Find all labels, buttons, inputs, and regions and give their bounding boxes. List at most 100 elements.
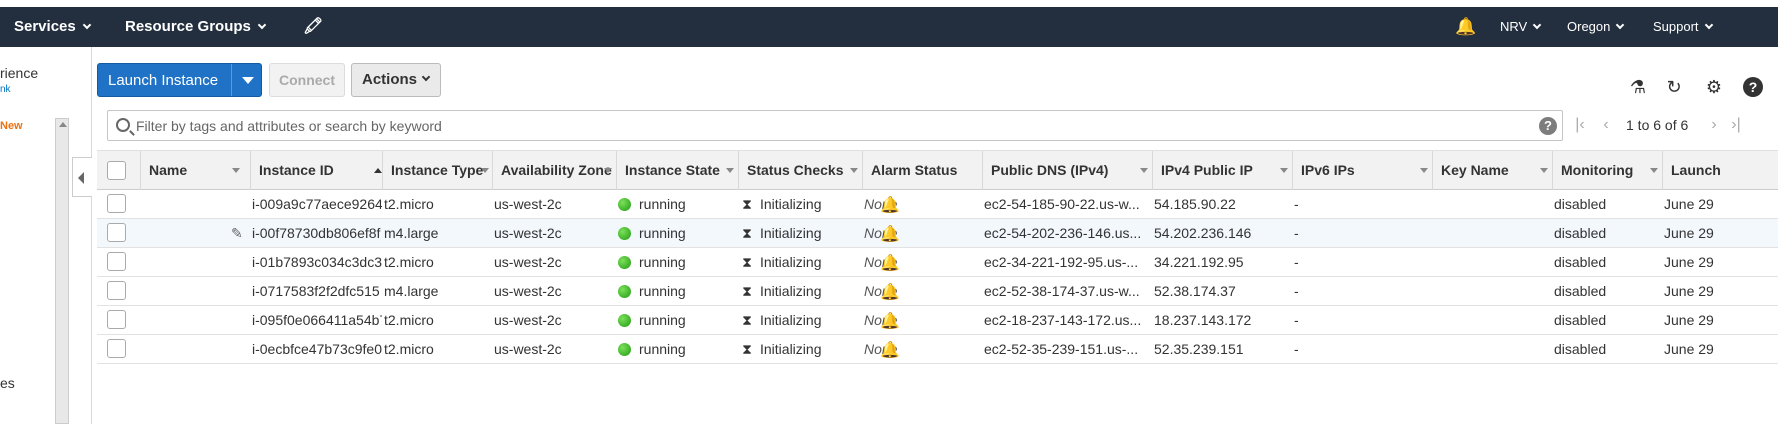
cell-checks: ⧗ Initializing (740, 248, 860, 276)
hourglass-icon: ⧗ (742, 254, 752, 270)
nav-text-experience: rience (0, 65, 39, 81)
cell-text: Initializing (760, 283, 822, 299)
row-checkbox[interactable] (107, 252, 126, 271)
cell-monitoring: disabled (1554, 219, 1659, 247)
select-all-checkbox[interactable] (107, 161, 126, 180)
cell-ipv6: - (1294, 219, 1429, 247)
bell-icon[interactable]: 🔔 (1455, 7, 1476, 47)
cell-id: i-009a9c77aece9264e (252, 190, 382, 218)
column-header[interactable]: Instance State (616, 151, 738, 190)
sort-icon (726, 168, 734, 173)
pin-icon[interactable]: 🖍 (303, 7, 323, 47)
cell-text: 54.185.90.22 (1154, 196, 1236, 212)
cell-monitoring: disabled (1554, 306, 1659, 334)
row-checkbox[interactable] (107, 339, 126, 358)
add-alarm-icon[interactable]: 🔔 (880, 195, 900, 215)
actions-button[interactable]: Actions (351, 63, 441, 97)
cell-text: 52.35.239.151 (1154, 341, 1244, 357)
gear-icon[interactable]: ⚙ (1703, 76, 1725, 98)
cell-text: Initializing (760, 196, 822, 212)
table-row[interactable]: i-095f0e066411a54b7 t2.micro us-west-2c run… (97, 306, 1778, 335)
table-row[interactable]: i-0717583f2f2dfc515 m4.large us-west-2c run… (97, 277, 1778, 306)
column-header[interactable]: Instance ID (250, 151, 382, 190)
column-label: Public DNS (IPv4) (991, 162, 1109, 178)
flask-icon[interactable]: ⚗ (1627, 76, 1649, 98)
collapse-nav-button[interactable] (72, 157, 92, 197)
filter-search-box[interactable]: ? (107, 110, 1563, 141)
cell-monitoring: disabled (1554, 335, 1659, 363)
add-alarm-icon[interactable]: 🔔 (880, 340, 900, 360)
column-header[interactable]: Availability Zone (492, 151, 616, 190)
refresh-icon[interactable]: ↻ (1663, 76, 1685, 98)
nav-text-partial[interactable]: es (0, 375, 15, 391)
cell-launch: June 29 (1664, 190, 1778, 218)
table-row[interactable]: i-01b7893c034c3dc3c t2.micro us-west-2c run… (97, 248, 1778, 277)
last-page-icon[interactable]: ›| (1729, 114, 1743, 136)
new-badge: New (0, 120, 23, 132)
sort-asc-icon (374, 168, 382, 173)
column-header[interactable]: Monitoring (1552, 151, 1662, 190)
cell-type: t2.micro (384, 306, 489, 334)
cell-launch: June 29 (1664, 306, 1778, 334)
prev-page-icon[interactable]: ‹ (1599, 114, 1613, 136)
table-row[interactable]: i-0ecbfce47b73c9fe0 t2.micro us-west-2c run… (97, 335, 1778, 364)
add-alarm-icon[interactable]: 🔔 (880, 311, 900, 331)
column-header[interactable]: Key Name (1432, 151, 1552, 190)
cell-state: running (618, 219, 736, 247)
cell-az: us-west-2c (494, 335, 614, 363)
column-header[interactable]: Public DNS (IPv4) (982, 151, 1152, 190)
cell-text: 52.38.174.37 (1154, 283, 1236, 299)
column-header[interactable]: Name (140, 151, 250, 190)
sort-icon (1540, 168, 1548, 173)
add-alarm-icon[interactable]: 🔔 (880, 282, 900, 302)
row-checkbox[interactable] (107, 194, 126, 213)
hourglass-icon: ⧗ (742, 225, 752, 241)
row-checkbox[interactable] (107, 310, 126, 329)
row-checkbox[interactable] (107, 281, 126, 300)
column-header[interactable]: Alarm Status (862, 151, 982, 190)
cell-key (1434, 190, 1549, 218)
help-icon[interactable]: ? (1539, 117, 1557, 135)
sort-icon (850, 168, 858, 173)
add-alarm-icon[interactable]: 🔔 (880, 253, 900, 273)
sort-icon (1140, 168, 1148, 173)
hourglass-icon: ⧗ (742, 312, 752, 328)
add-alarm-icon[interactable]: 🔔 (880, 224, 900, 244)
nav-link-partial[interactable]: nk (0, 84, 11, 95)
caret-down-icon[interactable] (242, 77, 254, 84)
nav-scrollbar[interactable] (55, 118, 69, 424)
cell-text: June 29 (1664, 341, 1714, 357)
cell-key (1434, 219, 1549, 247)
cell-text: running (639, 225, 686, 241)
search-input[interactable] (136, 116, 1516, 136)
help-icon[interactable]: ? (1743, 77, 1763, 97)
column-header[interactable]: IPv4 Public IP (1152, 151, 1292, 190)
cell-text: Initializing (760, 254, 822, 270)
column-header[interactable]: Status Checks (738, 151, 862, 190)
launch-instance-button[interactable]: Launch Instance (97, 63, 262, 97)
account-menu[interactable]: NRV (1500, 7, 1542, 47)
resource-groups-menu[interactable]: Resource Groups (125, 7, 267, 47)
cell-text: ec2-52-38-174-37.us-w... (984, 283, 1140, 299)
first-page-icon[interactable]: |‹ (1573, 114, 1587, 136)
column-header[interactable]: IPv6 IPs (1292, 151, 1432, 190)
connect-button[interactable]: Connect (269, 63, 345, 97)
table-row[interactable]: i-009a9c77aece9264e t2.micro us-west-2c run… (97, 190, 1778, 219)
cell-text: Initializing (760, 312, 822, 328)
services-menu[interactable]: Services (14, 7, 91, 47)
cell-state: running (618, 335, 736, 363)
column-header[interactable]: Launch (1662, 151, 1778, 190)
support-menu[interactable]: Support (1653, 7, 1713, 47)
next-page-icon[interactable]: › (1707, 114, 1721, 136)
cell-text: us-west-2c (494, 225, 562, 241)
row-checkbox[interactable] (107, 223, 126, 242)
column-header[interactable]: Instance Type (382, 151, 492, 190)
cell-text: running (639, 254, 686, 270)
status-running-icon (618, 343, 631, 356)
cell-text: - (1294, 341, 1299, 357)
table-row[interactable]: ✎ i-00f78730db806ef8f m4.large us-west-2c ru… (97, 219, 1778, 248)
cell-checks: ⧗ Initializing (740, 219, 860, 247)
region-menu[interactable]: Oregon (1567, 7, 1625, 47)
scroll-up-icon[interactable] (59, 122, 67, 127)
cell-type: m4.large (384, 219, 489, 247)
